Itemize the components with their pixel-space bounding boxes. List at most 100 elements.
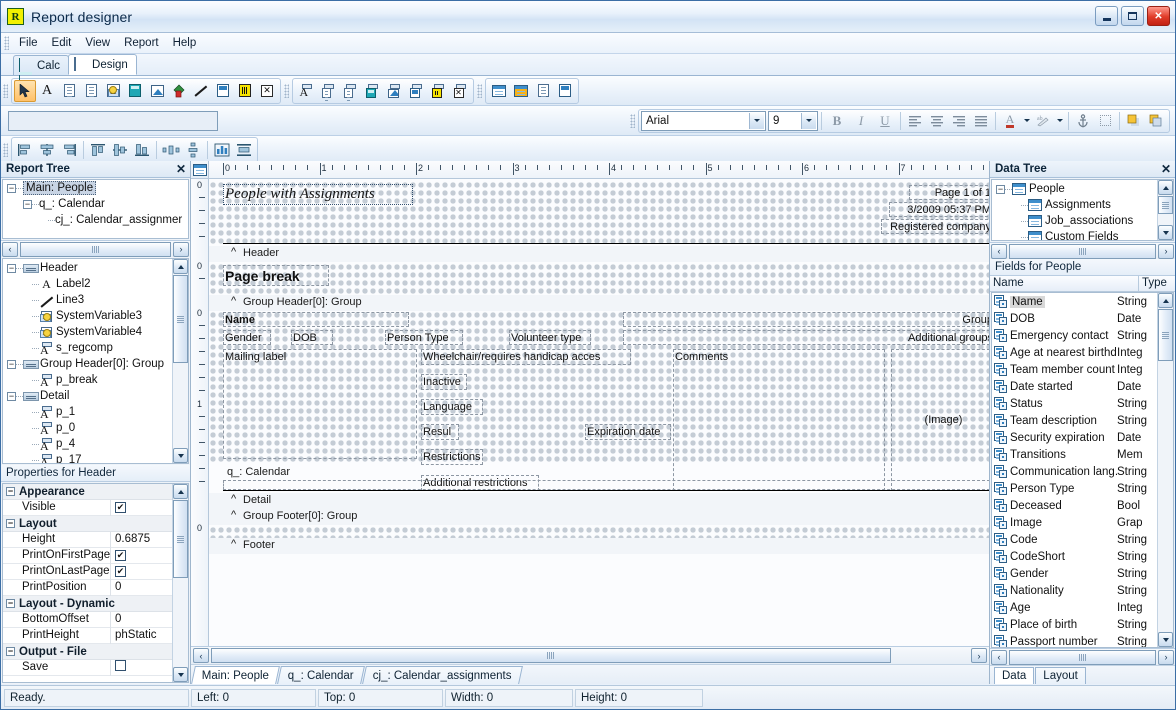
tree-item-element[interactable]: Ap_1 [3,404,188,420]
mailing-label-field[interactable]: Mailing label [223,349,417,459]
report-tree-elements[interactable]: − Header A Label2 Line3 SystemVariable3 System… [2,258,189,464]
report-design-canvas[interactable]: People with Assignments Page 1 of 1 3/20… [209,179,989,646]
insert-checkbox[interactable]: ✕ [449,80,471,102]
fields-column-name[interactable]: Name [990,275,1139,292]
dob-field[interactable]: DOB [291,330,333,345]
ruler-corner-button[interactable] [191,161,209,178]
property-value[interactable]: 0 [111,612,172,628]
tree-item-element[interactable]: SystemVariable3 [3,308,188,324]
fields-column-type[interactable]: Type [1139,276,1175,292]
property-row[interactable]: Save [3,659,172,676]
italic-button[interactable]: I [849,110,873,132]
report-bands[interactable] [488,80,510,102]
tree-item-dataset[interactable]: − q_: Calendar [3,196,188,212]
property-row[interactable]: PrintOnLastPage ✔ [3,563,172,580]
fields-scroll-left-button[interactable]: ‹ [991,649,1007,665]
data-tree-nodes[interactable]: − People Assignments Job_associations Custom… [991,179,1174,241]
tab-calc[interactable]: Calc [13,55,70,89]
toolbar-grip-icon[interactable] [3,83,8,98]
minimize-button[interactable] [1095,6,1118,26]
close-button[interactable]: ✕ [1147,6,1170,26]
detail-divider-line[interactable] [223,490,989,491]
person-type-field[interactable]: Person Type [385,330,463,345]
align-justify-button[interactable] [970,110,992,132]
space-horizontally-button[interactable] [160,139,182,161]
dt-scroll-down-button[interactable] [1158,225,1173,240]
highlight-color-chevron-down-icon[interactable] [1054,110,1065,132]
property-row[interactable]: PrintOnFirstPage ✔ [3,547,172,564]
tab-design[interactable]: Design [68,54,137,75]
volunteer-type-field[interactable]: Volunteer type [509,330,591,345]
page-break-label[interactable]: Page break [223,265,329,286]
font-color-chevron-down-icon[interactable] [1021,110,1032,132]
footer-band-caret-icon[interactable]: ^ [231,538,236,550]
inactive-field[interactable]: Inactive [421,374,467,390]
dt-scroll-left-button[interactable]: ‹ [991,243,1007,259]
menu-edit[interactable]: Edit [45,35,79,51]
field-list-item[interactable]: Image Grap [992,514,1157,531]
expression-input[interactable] [8,110,218,131]
underline-button[interactable]: U [873,110,897,132]
insert-rich-text[interactable] [339,80,361,102]
align-left-button[interactable] [904,110,926,132]
report-tree-datasets-hscrollbar[interactable]: ‹ › [1,240,190,257]
field-list-item[interactable]: Nationality String [992,582,1157,599]
canvas-hscrollbar[interactable]: ‹ › [191,646,989,664]
property-category[interactable]: − Appearance [3,484,172,500]
property-checkbox[interactable] [115,659,126,671]
field-list-item[interactable]: Deceased Bool [992,497,1157,514]
bring-front-button[interactable] [1123,110,1145,132]
canvas-scroll-left-button[interactable]: ‹ [193,648,209,663]
result-field[interactable]: Resul [421,424,459,440]
data-tree-bottom-tab[interactable]: Data [994,667,1035,684]
fields-scroll-up-button[interactable] [1158,293,1173,308]
restrictions-field[interactable]: Restrictions [421,449,483,465]
field-list-item[interactable]: Person Type String [992,480,1157,497]
tree-item-element[interactable]: SystemVariable4 [3,324,188,340]
field-list-item[interactable]: Status String [992,395,1157,412]
canvas-scroll-right-button[interactable]: › [971,648,987,663]
insert-table[interactable] [405,80,427,102]
image-placeholder[interactable]: (Image) [891,349,989,491]
menu-grip-icon[interactable] [4,36,9,50]
property-value[interactable]: ✔ [111,548,172,564]
align-right-button[interactable] [948,110,970,132]
scroll-thumb[interactable] [20,241,171,257]
field-list-item[interactable]: Age at nearest birthd... Integ [992,344,1157,361]
tree-expander-icon[interactable]: − [7,391,16,401]
field-list-item[interactable]: Place of birth String [992,616,1157,633]
font-toolbar-grip-icon[interactable] [630,113,635,128]
menu-help[interactable]: Help [166,35,204,51]
align-left-edges-button[interactable] [14,139,36,161]
property-value[interactable]: phStatic [111,628,172,644]
property-row[interactable]: Height 0.6875 [3,531,172,548]
field-list-item[interactable]: Emergency contact String [992,327,1157,344]
group-field[interactable]: Group [623,312,989,327]
fields-list[interactable]: Name String DOB Date Emergency contact String… [991,292,1174,648]
report-tree-vscrollbar[interactable] [172,259,188,463]
report-tree-close-icon[interactable]: ✕ [176,163,186,175]
property-row[interactable]: PrintHeight phStatic [3,627,172,644]
data-tree-bottom-tab[interactable]: Layout [1035,667,1086,684]
data-tree-vscrollbar[interactable] [1157,180,1173,240]
header-divider-line[interactable] [223,243,989,244]
scroll-up-button[interactable] [173,259,188,274]
property-value[interactable]: 0.6875 [111,532,172,548]
tree-expander-icon[interactable]: − [7,359,16,369]
dataset-tab[interactable]: Main: People [191,666,281,684]
tree-item-element[interactable]: Ap_17 [3,452,188,463]
name-field[interactable]: Name [223,312,409,327]
field-list-item[interactable]: Communication lang... String [992,463,1157,480]
send-back-button[interactable] [1145,110,1167,132]
field-list-item[interactable]: Date started Date [992,378,1157,395]
property-value[interactable]: ✔ [111,564,172,580]
menu-file[interactable]: File [12,35,45,51]
menu-report[interactable]: Report [117,35,166,51]
data-bands[interactable] [510,80,532,102]
image-tool[interactable] [146,80,168,102]
calendar-subband-area[interactable] [223,480,989,490]
language-field[interactable]: Language [421,399,483,415]
insert-memo[interactable] [317,80,339,102]
highlight-color-button[interactable]: ab [1032,110,1054,132]
align-bottom-edges-button[interactable] [131,139,153,161]
